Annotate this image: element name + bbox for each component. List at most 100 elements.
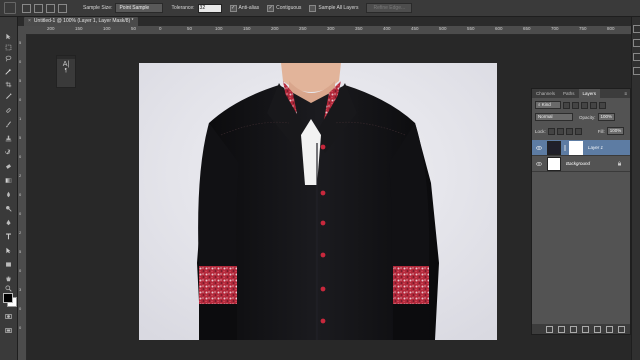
ruler-mark: 250	[299, 26, 307, 31]
panel-menu-icon[interactable]: ≡	[624, 89, 630, 98]
layer-thumbnail[interactable]	[547, 140, 561, 155]
sample-size-dropdown[interactable]: Point Sample	[115, 3, 164, 13]
lasso-tool-icon[interactable]	[5, 55, 12, 62]
new-selection-icon[interactable]	[22, 3, 31, 13]
antialias-checkbox[interactable]: ✓ Anti-alias	[229, 4, 260, 12]
type-tool-icon[interactable]	[5, 233, 12, 240]
pen-tool-icon[interactable]	[5, 219, 12, 226]
swatches-panel-icon[interactable]	[633, 67, 640, 75]
lock-image-icon[interactable]	[556, 127, 564, 135]
foreground-color-swatch[interactable]	[3, 293, 13, 303]
sample-size-label: Sample Size:	[83, 5, 113, 11]
document-tab-bar: × Untitled-1 @ 100% (Layer 1, Layer Mask/…	[18, 17, 640, 26]
move-tool-icon[interactable]	[5, 33, 12, 40]
hand-tool-icon[interactable]	[5, 275, 12, 282]
trash-icon[interactable]	[618, 325, 625, 333]
vertical-ruler[interactable]: 5 0 5 0 1 5 0 2 0 0 2 5 0 3 0 0	[18, 34, 27, 360]
filter-type-icon[interactable]	[581, 101, 588, 109]
character-paragraph-mini-panel: A| ¶	[56, 55, 76, 88]
add-mask-icon[interactable]	[570, 325, 577, 333]
horizontal-ruler[interactable]: 200 150 100 50 0 50 100 150 200 250 300 350 400 450 50…	[27, 26, 640, 35]
fill-input[interactable]: 100%	[606, 127, 625, 135]
history-brush-tool-icon[interactable]	[5, 149, 12, 156]
dodge-tool-icon[interactable]	[5, 205, 12, 212]
tolerance-input[interactable]: 32	[197, 3, 222, 13]
ruler-origin[interactable]	[18, 26, 27, 34]
layer-row-background[interactable]: Background	[532, 156, 630, 172]
lock-position-icon[interactable]	[565, 127, 573, 135]
ruler-mark: 450	[411, 26, 419, 31]
adjustment-layer-icon[interactable]	[582, 325, 589, 333]
chain-link-icon[interactable]	[563, 144, 567, 151]
marquee-tool-icon[interactable]	[5, 44, 12, 51]
screen-mode-icon[interactable]	[5, 327, 12, 334]
adjustments-panel-icon[interactable]	[633, 53, 640, 61]
layer-name[interactable]: Background	[566, 161, 590, 166]
tab-channels[interactable]: Channels	[532, 89, 559, 98]
lock-transparent-icon[interactable]	[547, 127, 555, 135]
link-layers-icon[interactable]	[546, 325, 553, 333]
gradient-tool-icon[interactable]	[5, 177, 12, 184]
contiguous-checkbox[interactable]: ✓ Contiguous	[267, 4, 302, 12]
contiguous-label: Contiguous	[276, 5, 302, 11]
tab-layers[interactable]: Layers	[578, 89, 601, 98]
lock-all-icon[interactable]	[574, 127, 582, 135]
layer-name[interactable]: Layer 1	[588, 145, 603, 150]
ruler-mark: 5	[19, 78, 22, 83]
ruler-mark: 3	[19, 287, 22, 292]
quick-mask-icon[interactable]	[5, 313, 12, 320]
opacity-input[interactable]: 100%	[597, 113, 616, 121]
layers-panel: Channels Paths Layers ≡ ⌕ Kind Normal Op…	[531, 88, 631, 335]
crop-tool-icon[interactable]	[5, 81, 12, 88]
blur-tool-icon[interactable]	[5, 191, 12, 198]
sample-all-layers-checkbox[interactable]: Sample All Layers	[309, 4, 358, 12]
layer-mask-thumbnail[interactable]	[569, 140, 583, 155]
ruler-mark: 0	[159, 26, 162, 31]
ruler-mark: 550	[467, 26, 475, 31]
visibility-eye-icon[interactable]	[536, 145, 542, 151]
new-layer-icon[interactable]	[606, 325, 613, 333]
zoom-tool-icon[interactable]	[5, 285, 12, 292]
brush-tool-icon[interactable]	[5, 121, 12, 128]
filter-pixel-icon[interactable]	[563, 101, 570, 109]
magic-wand-tool-icon[interactable]	[5, 68, 12, 75]
rectangle-tool-icon[interactable]	[5, 261, 12, 268]
filter-shape-icon[interactable]	[590, 101, 597, 109]
layer-row-layer-1[interactable]: Layer 1	[532, 140, 630, 156]
magic-wand-tool-preset-icon[interactable]	[4, 2, 16, 14]
path-selection-tool-icon[interactable]	[5, 247, 12, 254]
group-folder-icon[interactable]	[594, 325, 601, 333]
close-tab-icon[interactable]: ×	[28, 18, 31, 24]
filter-kind-dropdown[interactable]: ⌕ Kind	[535, 101, 561, 109]
properties-panel-icon[interactable]	[633, 39, 640, 47]
ruler-mark: 350	[355, 26, 363, 31]
history-panel-icon[interactable]	[633, 25, 640, 33]
ruler-mark: 0	[19, 211, 22, 216]
document-title: Untitled-1 @ 100% (Layer 1, Layer Mask/8…	[33, 18, 134, 24]
healing-brush-tool-icon[interactable]	[5, 107, 12, 114]
intersect-selection-icon[interactable]	[58, 3, 67, 13]
filter-smart-object-icon[interactable]	[599, 101, 606, 109]
mini-panel-header[interactable]	[57, 56, 75, 59]
visibility-eye-icon[interactable]	[536, 161, 542, 167]
character-panel-icon[interactable]: A|	[57, 61, 75, 68]
blend-mode-dropdown[interactable]: Normal	[535, 113, 573, 121]
antialias-label: Anti-alias	[238, 5, 260, 11]
refine-edge-button[interactable]: Refine Edge...	[366, 3, 413, 13]
clone-stamp-tool-icon[interactable]	[5, 135, 12, 142]
fx-icon[interactable]	[558, 325, 565, 333]
layer-thumbnail[interactable]	[547, 156, 561, 171]
eyedropper-tool-icon[interactable]	[5, 93, 12, 100]
paragraph-panel-icon[interactable]: ¶	[57, 68, 75, 74]
shirt-photo	[139, 63, 497, 340]
document-tab[interactable]: × Untitled-1 @ 100% (Layer 1, Layer Mask/…	[24, 17, 138, 26]
tab-paths[interactable]: Paths	[559, 89, 579, 98]
color-swatches[interactable]	[3, 293, 17, 307]
blend-opacity-row: Normal Opacity: 100%	[535, 113, 627, 121]
ruler-mark: 0	[19, 97, 22, 102]
filter-adjustment-icon[interactable]	[572, 101, 579, 109]
add-selection-icon[interactable]	[34, 3, 43, 13]
subtract-selection-icon[interactable]	[46, 3, 55, 13]
eraser-tool-icon[interactable]	[5, 163, 12, 170]
document-image-shirt[interactable]	[139, 63, 497, 340]
